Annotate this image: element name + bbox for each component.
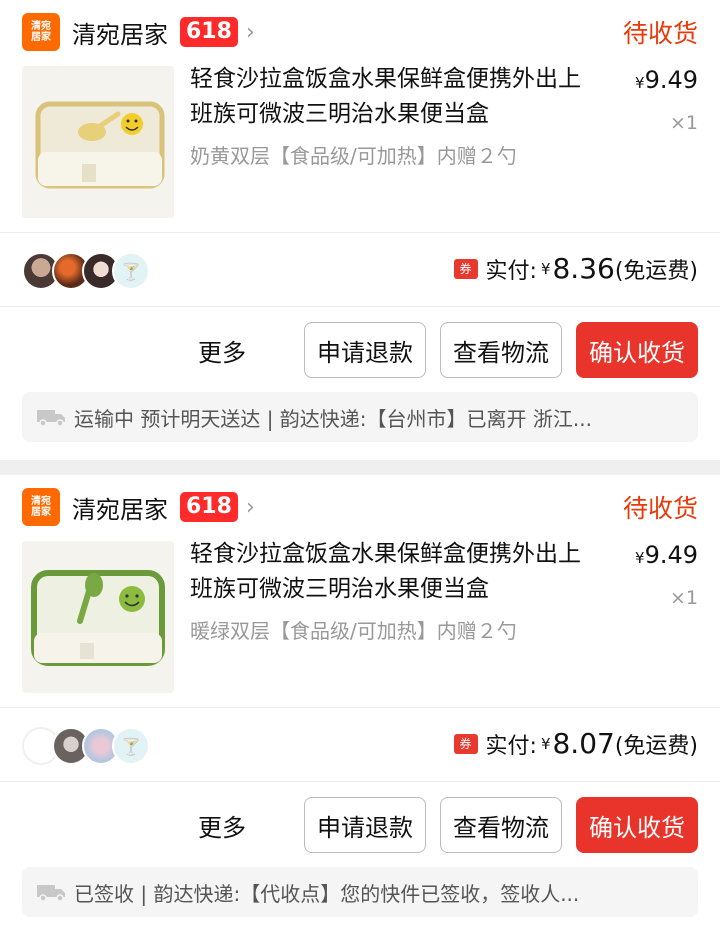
paid-value: 8.36 [552, 252, 615, 285]
avatar: 🍸 [112, 252, 150, 290]
product-image[interactable] [22, 66, 174, 218]
logistics-status-bar[interactable]: 已签收 | 韵达快递:【代收点】您的快件已签收，签收人... [22, 867, 698, 917]
promo-badge: 618 [180, 17, 238, 47]
paid-value: 8.07 [552, 727, 615, 760]
truck-icon [37, 885, 65, 902]
product-price: ¥9.49 [635, 541, 698, 569]
paid-label: 实付: [485, 258, 537, 284]
view-logistics-button[interactable]: 查看物流 [440, 322, 562, 378]
coupon-icon: 券 [453, 258, 478, 279]
divider [0, 232, 720, 233]
more-button[interactable]: 更多 [198, 808, 246, 843]
divider [0, 306, 720, 307]
confirm-receipt-button[interactable]: 确认收货 [576, 797, 698, 853]
view-logistics-button[interactable]: 查看物流 [440, 797, 562, 853]
more-button[interactable]: 更多 [198, 333, 246, 368]
order-card: 清宛 居家 清宛居家 618 › 待收货 轻食沙拉盒饭盒水果保鲜盒便携外出上班族可… [0, 475, 720, 935]
truck-icon [37, 410, 65, 427]
shipping-note: (免运费) [614, 733, 698, 759]
divider [0, 781, 720, 782]
avatar-group[interactable]: 🍸 [22, 252, 150, 290]
shop-logo: 清宛 居家 [22, 488, 60, 526]
order-status: 待收货 [622, 494, 698, 523]
chevron-right-icon: › [245, 494, 255, 520]
paid-amount: 券 实付: ¥ 8.36 (免运费) [453, 252, 698, 285]
product-quantity: ×1 [669, 587, 698, 609]
divider [0, 707, 720, 708]
shop-header[interactable]: 清宛 居家 清宛居家 618 › [22, 12, 255, 52]
logistics-text: 运输中 预计明天送达 | 韵达快递:【台州市】已离开 浙江... [74, 406, 592, 431]
product-price: ¥9.49 [635, 66, 698, 94]
paid-amount: 券 实付: ¥ 8.07 (免运费) [453, 727, 698, 760]
order-actions: 更多 申请退款 查看物流 确认收货 [198, 797, 698, 853]
avatar: 🍸 [112, 727, 150, 765]
product-quantity: ×1 [669, 112, 698, 134]
logistics-text: 已签收 | 韵达快递:【代收点】您的快件已签收，签收人... [74, 881, 580, 906]
coupon-icon: 券 [453, 733, 478, 754]
shipping-note: (免运费) [614, 258, 698, 284]
paid-label: 实付: [485, 733, 537, 759]
chevron-right-icon: › [245, 19, 255, 45]
product-spec: 奶黄双层【食品级/可加热】内赠２勺 [190, 144, 517, 168]
shop-header[interactable]: 清宛 居家 清宛居家 618 › [22, 487, 255, 527]
avatar-group[interactable]: 🍸 [22, 727, 150, 765]
refund-button[interactable]: 申请退款 [304, 322, 426, 378]
order-status: 待收货 [622, 19, 698, 48]
promo-badge: 618 [180, 492, 238, 522]
product-title[interactable]: 轻食沙拉盒饭盒水果保鲜盒便携外出上班族可微波三明治水果便当盒 [190, 537, 590, 607]
product-title[interactable]: 轻食沙拉盒饭盒水果保鲜盒便携外出上班族可微波三明治水果便当盒 [190, 62, 590, 132]
shop-logo: 清宛 居家 [22, 13, 60, 51]
confirm-receipt-button[interactable]: 确认收货 [576, 322, 698, 378]
order-actions: 更多 申请退款 查看物流 确认收货 [198, 322, 698, 378]
order-card: 清宛 居家 清宛居家 618 › 待收货 轻食沙拉盒饭盒水果保鲜盒便携外出上班族可… [0, 0, 720, 460]
product-image[interactable] [22, 541, 174, 693]
order-separator [0, 460, 720, 475]
shop-name[interactable]: 清宛居家 [72, 15, 168, 50]
shop-name[interactable]: 清宛居家 [72, 490, 168, 525]
logistics-status-bar[interactable]: 运输中 预计明天送达 | 韵达快递:【台州市】已离开 浙江... [22, 392, 698, 442]
product-spec: 暖绿双层【食品级/可加热】内赠２勺 [190, 619, 517, 643]
refund-button[interactable]: 申请退款 [304, 797, 426, 853]
